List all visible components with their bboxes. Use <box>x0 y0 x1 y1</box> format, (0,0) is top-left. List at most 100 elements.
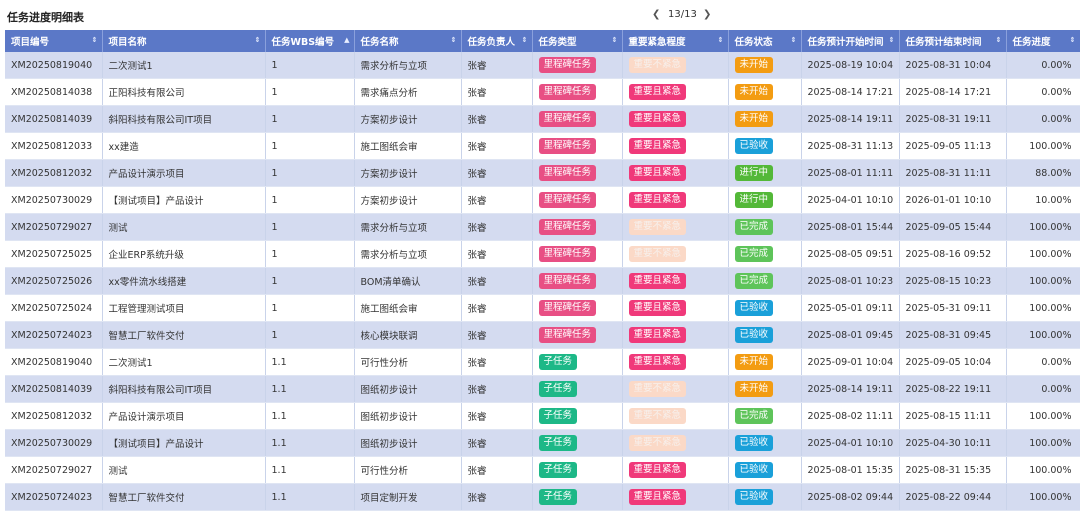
cell-project-id: XM20250814039 <box>5 105 103 133</box>
top-bar: 任务进度明细表 ❮ 13/13 ❯ <box>0 0 1080 30</box>
column-header-end-time[interactable]: 任务预计结束时间 ⇕ <box>899 30 1007 52</box>
cell-project-name: 工程管理测试项目 <box>102 294 266 322</box>
cell-start-time: 2025-08-01 15:44 <box>801 213 900 241</box>
column-header-label: 任务名称 <box>360 37 399 48</box>
priority-badge: 重要不紧急 <box>628 381 687 397</box>
table-row[interactable]: XM20250725026 xx零件流水线搭建 1 BOM清单确认 张睿 里程碑任务 重要且… <box>5 267 1080 295</box>
task-type-badge: 子任务 <box>538 381 578 397</box>
status-badge: 已验收 <box>734 300 774 316</box>
sort-ascending-icon[interactable]: ▲ <box>344 36 349 44</box>
sort-icon[interactable]: ⇕ <box>612 36 618 44</box>
table-row[interactable]: XM20250814039 斜阳科技有限公司IT项目 1.1 图纸初步设计 张睿 子任务 重… <box>5 375 1080 403</box>
column-header-progress[interactable]: 任务进度 ⇕ <box>1006 30 1080 52</box>
table-row[interactable]: XM20250730029 【测试项目】产品设计 1.1 图纸初步设计 张睿 子任务 重要不… <box>5 429 1080 457</box>
cell-end-time: 2025-08-31 09:45 <box>899 321 1007 349</box>
table-row[interactable]: XM20250724023 智慧工厂软件交付 1.1 项目定制开发 张睿 子任务 重要且紧急… <box>5 483 1080 511</box>
cell-end-time: 2025-08-15 10:23 <box>899 267 1007 295</box>
sort-icon[interactable]: ⇕ <box>996 36 1002 44</box>
cell-project-id: XM20250812032 <box>5 159 103 187</box>
table-header-row: 项目编号 ⇕ 项目名称 ⇕ 任务WBS编号 ▲ 任务名称 ⇕ 任务负责人 ⇕ 任务类型 ⇕ 重要紧急程度… <box>5 30 1080 52</box>
column-header-priority[interactable]: 重要紧急程度 ⇕ <box>622 30 729 52</box>
sort-icon[interactable]: ⇕ <box>1070 36 1076 44</box>
cell-task-type: 子任务 <box>532 456 623 484</box>
column-header-project-id[interactable]: 项目编号 ⇕ <box>5 30 103 52</box>
cell-task-name: 项目定制开发 <box>354 483 462 511</box>
cell-end-time: 2025-04-30 10:11 <box>899 429 1007 457</box>
cell-end-time: 2025-09-05 15:44 <box>899 213 1007 241</box>
cell-start-time: 2025-08-14 17:21 <box>801 78 900 106</box>
cell-owner: 张睿 <box>461 321 533 349</box>
column-header-project-name[interactable]: 项目名称 ⇕ <box>102 30 266 52</box>
cell-priority: 重要不紧急 <box>622 52 729 79</box>
table-row[interactable]: XM20250812032 产品设计演示项目 1.1 图纸初步设计 张睿 子任务 重要不紧急… <box>5 402 1080 430</box>
cell-priority: 重要且紧急 <box>622 483 729 511</box>
cell-wbs-id: 1.1 <box>265 456 355 484</box>
column-header-owner[interactable]: 任务负责人 ⇕ <box>461 30 533 52</box>
chevron-right-icon[interactable]: ❯ <box>703 9 711 20</box>
cell-task-name: 需求分析与立项 <box>354 52 462 79</box>
cell-wbs-id: 1 <box>265 321 355 349</box>
priority-badge: 重要不紧急 <box>628 219 687 235</box>
cell-end-time: 2025-08-31 10:04 <box>899 52 1007 79</box>
cell-priority: 重要且紧急 <box>622 159 729 187</box>
cell-progress: 88.00% <box>1006 159 1080 187</box>
chevron-left-icon[interactable]: ❮ <box>652 9 660 20</box>
task-type-badge: 子任务 <box>538 489 578 505</box>
cell-task-name: 图纸初步设计 <box>354 429 462 457</box>
cell-start-time: 2025-08-01 10:23 <box>801 267 900 295</box>
sort-icon[interactable]: ⇕ <box>255 36 261 44</box>
priority-badge: 重要不紧急 <box>628 408 687 424</box>
priority-badge: 重要且紧急 <box>628 354 687 370</box>
cell-priority: 重要不紧急 <box>622 213 729 241</box>
cell-status: 已完成 <box>728 213 802 241</box>
priority-badge: 重要且紧急 <box>628 111 687 127</box>
cell-task-name: 图纸初步设计 <box>354 402 462 430</box>
column-header-label: 任务状态 <box>734 37 773 48</box>
table-row[interactable]: XM20250812033 xx建造 1 施工图纸会审 张睿 里程碑任务 重要且紧急 已验收 2… <box>5 132 1080 160</box>
table-row[interactable]: XM20250814039 斜阳科技有限公司IT项目 1 方案初步设计 张睿 里程碑任务 重… <box>5 105 1080 133</box>
table-row[interactable]: XM20250730029 【测试项目】产品设计 1 方案初步设计 张睿 里程碑任务 重要且… <box>5 186 1080 214</box>
column-header-wbs-id[interactable]: 任务WBS编号 ▲ <box>265 30 355 52</box>
cell-progress: 100.00% <box>1006 456 1080 484</box>
column-header-task-name[interactable]: 任务名称 ⇕ <box>354 30 462 52</box>
sort-icon[interactable]: ⇕ <box>92 36 98 44</box>
page-title: 任务进度明细表 <box>7 11 84 24</box>
sort-icon[interactable]: ⇕ <box>889 36 895 44</box>
cell-start-time: 2025-08-02 11:11 <box>801 402 900 430</box>
cell-priority: 重要且紧急 <box>622 294 729 322</box>
cell-status: 已验收 <box>728 294 802 322</box>
table-row[interactable]: XM20250729027 测试 1.1 可行性分析 张睿 子任务 重要且紧急 已验收 2025… <box>5 456 1080 484</box>
cell-progress: 100.00% <box>1006 321 1080 349</box>
column-header-label: 任务进度 <box>1012 37 1051 48</box>
table-row[interactable]: XM20250819040 二次测试1 1.1 可行性分析 张睿 子任务 重要且紧急 未开始 2… <box>5 348 1080 376</box>
table-row[interactable]: XM20250812032 产品设计演示项目 1 方案初步设计 张睿 里程碑任务 重要且紧急… <box>5 159 1080 187</box>
cell-start-time: 2025-09-01 10:04 <box>801 348 900 376</box>
column-header-task-type[interactable]: 任务类型 ⇕ <box>532 30 623 52</box>
cell-status: 未开始 <box>728 348 802 376</box>
cell-wbs-id: 1.1 <box>265 429 355 457</box>
sort-icon[interactable]: ⇕ <box>451 36 457 44</box>
sort-icon[interactable]: ⇕ <box>718 36 724 44</box>
status-badge: 已验收 <box>734 435 774 451</box>
table-row[interactable]: XM20250725024 工程管理测试项目 1 施工图纸会审 张睿 里程碑任务 重要且紧急… <box>5 294 1080 322</box>
table-row[interactable]: XM20250819040 二次测试1 1 需求分析与立项 张睿 里程碑任务 重要不紧急 未开… <box>5 52 1080 79</box>
table-row[interactable]: XM20250725025 企业ERP系统升级 1 需求分析与立项 张睿 里程碑任务 重要不… <box>5 240 1080 268</box>
cell-priority: 重要且紧急 <box>622 132 729 160</box>
cell-wbs-id: 1 <box>265 213 355 241</box>
column-header-start-time[interactable]: 任务预计开始时间 ⇕ <box>801 30 900 52</box>
cell-end-time: 2025-05-31 09:11 <box>899 294 1007 322</box>
sort-icon[interactable]: ⇕ <box>522 36 528 44</box>
cell-task-type: 里程碑任务 <box>532 105 623 133</box>
cell-task-type: 里程碑任务 <box>532 240 623 268</box>
cell-progress: 10.00% <box>1006 186 1080 214</box>
cell-task-type: 子任务 <box>532 402 623 430</box>
table-row[interactable]: XM20250814038 正阳科技有限公司 1 需求痛点分析 张睿 里程碑任务 重要且紧急… <box>5 78 1080 106</box>
cell-task-type: 子任务 <box>532 375 623 403</box>
sort-icon[interactable]: ⇕ <box>791 36 797 44</box>
cell-wbs-id: 1 <box>265 52 355 79</box>
column-header-status[interactable]: 任务状态 ⇕ <box>728 30 802 52</box>
cell-project-name: 产品设计演示项目 <box>102 402 266 430</box>
table-row[interactable]: XM20250724023 智慧工厂软件交付 1 核心模块联调 张睿 里程碑任务 重要且紧急… <box>5 321 1080 349</box>
table-row[interactable]: XM20250729027 测试 1 需求分析与立项 张睿 里程碑任务 重要不紧急 已完成 20… <box>5 213 1080 241</box>
cell-task-type: 子任务 <box>532 348 623 376</box>
